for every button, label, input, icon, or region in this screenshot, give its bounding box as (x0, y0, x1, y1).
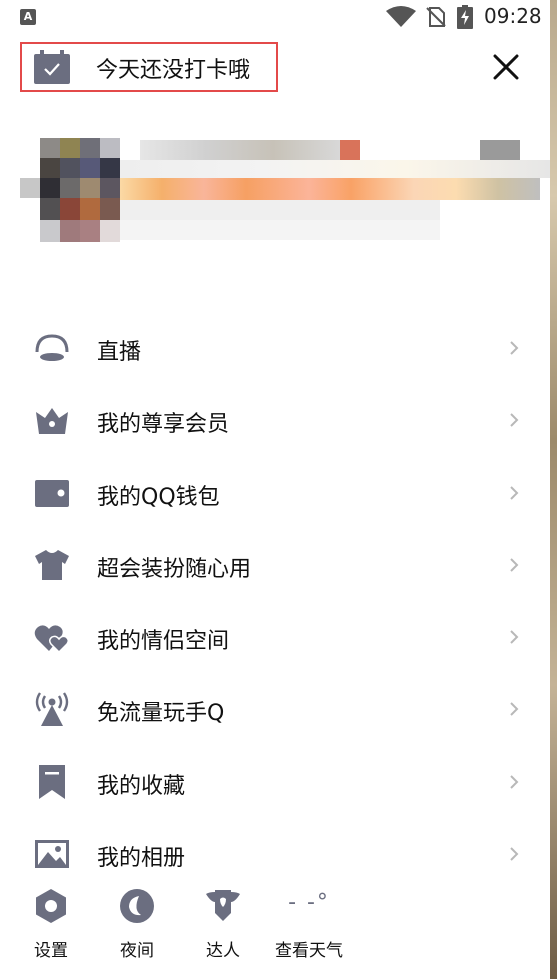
menu-item-label: 我的情侣空间 (97, 629, 230, 655)
close-icon[interactable] (488, 49, 524, 85)
expert-button[interactable]: 达人 (178, 880, 268, 979)
night-mode-button[interactable]: 夜间 (92, 880, 182, 979)
wifi-icon (386, 6, 416, 27)
menu-item-free-data[interactable]: 免流量玩手Q (0, 673, 550, 745)
bookmark-icon (39, 764, 65, 799)
profile-name-blurred (120, 138, 550, 244)
checkin-label: 今天还没打卡哦 (96, 58, 251, 83)
avatar[interactable] (20, 138, 120, 244)
no-sim-icon (426, 7, 446, 27)
menu-item-wallet[interactable]: 我的QQ钱包 (0, 457, 550, 529)
menu-item-vip[interactable]: 我的尊享会员 (0, 384, 550, 456)
chevron-right-icon (510, 630, 519, 644)
battery-charging-icon (457, 5, 473, 29)
menu-list: 直播 我的尊享会员 我的QQ钱包 超会装扮随心用 我的情侣空间 免流量玩手Q 我… (0, 312, 550, 890)
menu-item-couple-space[interactable]: 我的情侣空间 (0, 601, 550, 673)
background-app-edge (550, 0, 557, 979)
chevron-right-icon (510, 775, 519, 789)
expert-label: 达人 (206, 941, 240, 961)
chevron-right-icon (510, 702, 519, 717)
weather-icon: - -° (288, 890, 330, 915)
menu-item-label: 我的相册 (97, 846, 186, 872)
vip-crown-icon (36, 408, 68, 435)
menu-item-favorites[interactable]: 我的收藏 (0, 746, 550, 818)
expert-badge-icon (206, 890, 240, 921)
bottom-bar: 设置 夜间 达人 - -° 查看天气 (0, 880, 550, 979)
menu-item-label: 超会装扮随心用 (97, 556, 252, 582)
night-mode-icon (120, 889, 154, 923)
hearts-icon (34, 625, 70, 654)
tshirt-icon (35, 549, 69, 580)
app-notification-icon: A (20, 9, 36, 25)
checkin-button[interactable]: 今天还没打卡哦 (20, 42, 278, 92)
chevron-right-icon (510, 847, 519, 861)
profile-card[interactable] (0, 138, 550, 244)
menu-item-label: 我的尊享会员 (97, 412, 230, 438)
menu-item-label: 免流量玩手Q (97, 701, 225, 727)
weather-button[interactable]: - -° 查看天气 (264, 880, 354, 979)
menu-item-live[interactable]: 直播 (0, 312, 550, 384)
menu-item-label: 我的QQ钱包 (97, 484, 220, 510)
status-time: 09:28 (484, 4, 542, 28)
weather-label: 查看天气 (275, 941, 343, 961)
chevron-right-icon (510, 341, 519, 355)
menu-item-dress-up[interactable]: 超会装扮随心用 (0, 529, 550, 601)
signal-tower-icon (35, 692, 69, 727)
status-bar: A 09:28 (0, 0, 550, 36)
live-broadcast-icon (35, 334, 69, 361)
settings-icon (36, 889, 66, 923)
chevron-right-icon (510, 558, 519, 572)
menu-item-label: 直播 (97, 340, 142, 365)
chevron-right-icon (510, 485, 519, 500)
wallet-icon (35, 479, 69, 507)
settings-button[interactable]: 设置 (6, 880, 96, 979)
night-mode-label: 夜间 (120, 941, 154, 961)
chevron-right-icon (510, 413, 519, 428)
photo-album-icon (35, 840, 69, 869)
settings-label: 设置 (34, 941, 68, 961)
calendar-check-icon (34, 50, 70, 84)
menu-item-label: 我的收藏 (97, 773, 186, 799)
